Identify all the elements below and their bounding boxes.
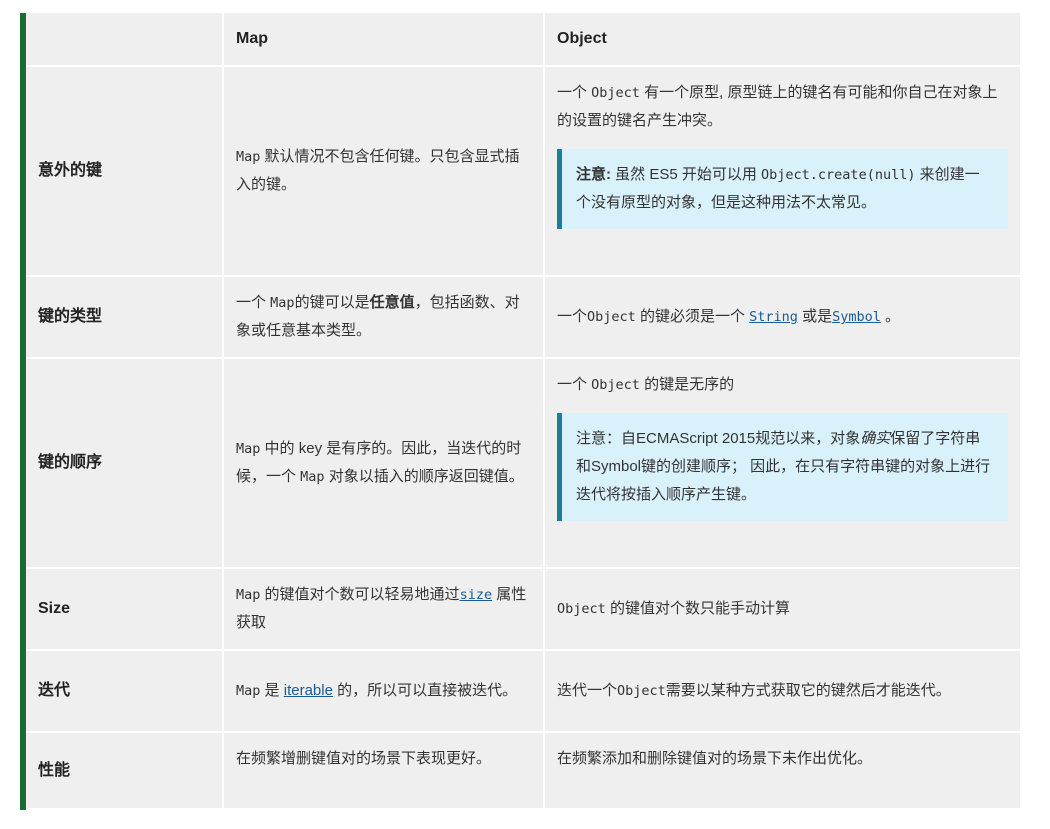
cell-text: 或是 xyxy=(797,308,833,325)
cell-map-iteration: Map 是 iterable 的，所以可以直接被迭代。 xyxy=(224,651,545,733)
inline-code: Map xyxy=(236,441,261,457)
cell-text: 的键必须是一个 xyxy=(635,308,750,325)
cell-text: 的键可以是 xyxy=(294,294,370,311)
cell-text: 一个 xyxy=(236,294,271,311)
cell-text: 。 xyxy=(880,308,901,325)
cell-map-key-types: 一个 Map的键可以是任意值，包括函数、对象或任意基本类型。 xyxy=(224,277,545,359)
cell-text: 一个 xyxy=(557,308,588,325)
cell-map-accidental-keys: Map 默认情况不包含任何键。只包含显式插入的键。 xyxy=(224,67,545,277)
cell-map-size: Map 的键值对个数可以轻易地通过size 属性获取 xyxy=(224,569,545,651)
inline-code: Object xyxy=(587,309,636,325)
table-header-row: Map Object xyxy=(26,13,1022,67)
inline-code: Object xyxy=(591,85,640,101)
cell-text: 的键值对个数可以轻易地通过 xyxy=(260,586,460,603)
cell-text: 迭代一个 xyxy=(557,682,618,699)
inline-code: Map xyxy=(300,469,325,485)
inline-code: Object.create(null) xyxy=(761,167,916,183)
cell-text: 的键值对个数只能手动计算 xyxy=(605,600,790,617)
header-empty-cell xyxy=(26,13,224,67)
cell-text: 默认情况不包含任何键。只包含显式插入的键。 xyxy=(236,148,520,193)
link-string[interactable]: String xyxy=(749,309,798,325)
header-object: Object xyxy=(545,13,1022,67)
cell-text: 对象以插入的顺序返回键值。 xyxy=(324,468,524,485)
map-vs-object-table: Map Object 意外的键 Map 默认情况不包含任何键。只包含显式插入的键… xyxy=(26,13,1022,810)
row-label-performance: 性能 xyxy=(26,733,224,810)
cell-object-accidental-keys: 一个 Object 有一个原型, 原型链上的键名有可能和你自己在对象上的设置的键… xyxy=(545,67,1022,277)
table-row-size: Size Map 的键值对个数可以轻易地通过size 属性获取 Object 的… xyxy=(26,569,1022,651)
row-label-key-types: 键的类型 xyxy=(26,277,224,359)
table-row-key-types: 键的类型 一个 Map的键可以是任意值，包括函数、对象或任意基本类型。 一个Ob… xyxy=(26,277,1022,359)
comparison-table-container: Map Object 意外的键 Map 默认情况不包含任何键。只包含显式插入的键… xyxy=(20,13,1022,810)
note-box: 注意：自ECMAScript 2015规范以来，对象确实保留了字符串和Symbo… xyxy=(557,413,1008,521)
table-row-performance: 性能 在频繁增删键值对的场景下表现更好。 在频繁添加和删除键值对的场景下未作出优… xyxy=(26,733,1022,810)
inline-code: Object xyxy=(617,683,666,699)
cell-text: 在频繁增删键值对的场景下表现更好。 xyxy=(236,750,492,767)
inline-code: Map xyxy=(236,587,261,603)
table-row-iteration: 迭代 Map 是 iterable 的，所以可以直接被迭代。 迭代一个Objec… xyxy=(26,651,1022,733)
cell-map-performance: 在频繁增删键值对的场景下表现更好。 xyxy=(224,733,545,810)
note-emphasis: 确实 xyxy=(860,430,891,447)
cell-object-size: Object 的键值对个数只能手动计算 xyxy=(545,569,1022,651)
row-label-size: Size xyxy=(26,569,224,651)
cell-object-performance: 在频繁添加和删除键值对的场景下未作出优化。 xyxy=(545,733,1022,810)
cell-text: 一个 xyxy=(557,376,592,393)
cell-text: 的，所以可以直接被迭代。 xyxy=(332,682,518,699)
inline-code: Object xyxy=(557,601,606,617)
inline-code: Map xyxy=(236,149,261,165)
row-label-iteration: 迭代 xyxy=(26,651,224,733)
emphasis-text: 任意值 xyxy=(369,294,415,311)
table-row-key-order: 键的顺序 Map 中的 key 是有序的。因此，当迭代的时候，一个 Map 对象… xyxy=(26,359,1022,569)
note-label: 注意: xyxy=(576,166,611,183)
link-symbol[interactable]: Symbol xyxy=(832,309,881,325)
inline-code: Map xyxy=(236,683,261,699)
link-iterable[interactable]: iterable xyxy=(284,682,333,699)
cell-text: 在频繁添加和删除键值对的场景下未作出优化。 xyxy=(557,750,873,767)
header-map: Map xyxy=(224,13,545,67)
note-text: 虽然 ES5 开始可以用 xyxy=(611,166,762,183)
note-box: 注意: 虽然 ES5 开始可以用 Object.create(null) 来创建… xyxy=(557,149,1008,229)
table-row-accidental-keys: 意外的键 Map 默认情况不包含任何键。只包含显式插入的键。 一个 Object… xyxy=(26,67,1022,277)
note-text: 注意：自ECMAScript 2015规范以来，对象 xyxy=(576,430,861,447)
link-size[interactable]: size xyxy=(460,587,493,603)
cell-text: 是 xyxy=(260,682,284,699)
cell-map-key-order: Map 中的 key 是有序的。因此，当迭代的时候，一个 Map 对象以插入的顺… xyxy=(224,359,545,569)
cell-object-iteration: 迭代一个Object需要以某种方式获取它的键然后才能迭代。 xyxy=(545,651,1022,733)
row-label-key-order: 键的顺序 xyxy=(26,359,224,569)
row-label-accidental-keys: 意外的键 xyxy=(26,67,224,277)
inline-code: Map xyxy=(270,295,295,311)
inline-code: Object xyxy=(591,377,640,393)
cell-text: 需要以某种方式获取它的键然后才能迭代。 xyxy=(665,682,951,699)
cell-text: 一个 xyxy=(557,84,592,101)
cell-text: 的键是无序的 xyxy=(639,376,735,393)
cell-object-key-order: 一个 Object 的键是无序的 注意：自ECMAScript 2015规范以来… xyxy=(545,359,1022,569)
cell-object-key-types: 一个Object 的键必须是一个 String 或是Symbol 。 xyxy=(545,277,1022,359)
